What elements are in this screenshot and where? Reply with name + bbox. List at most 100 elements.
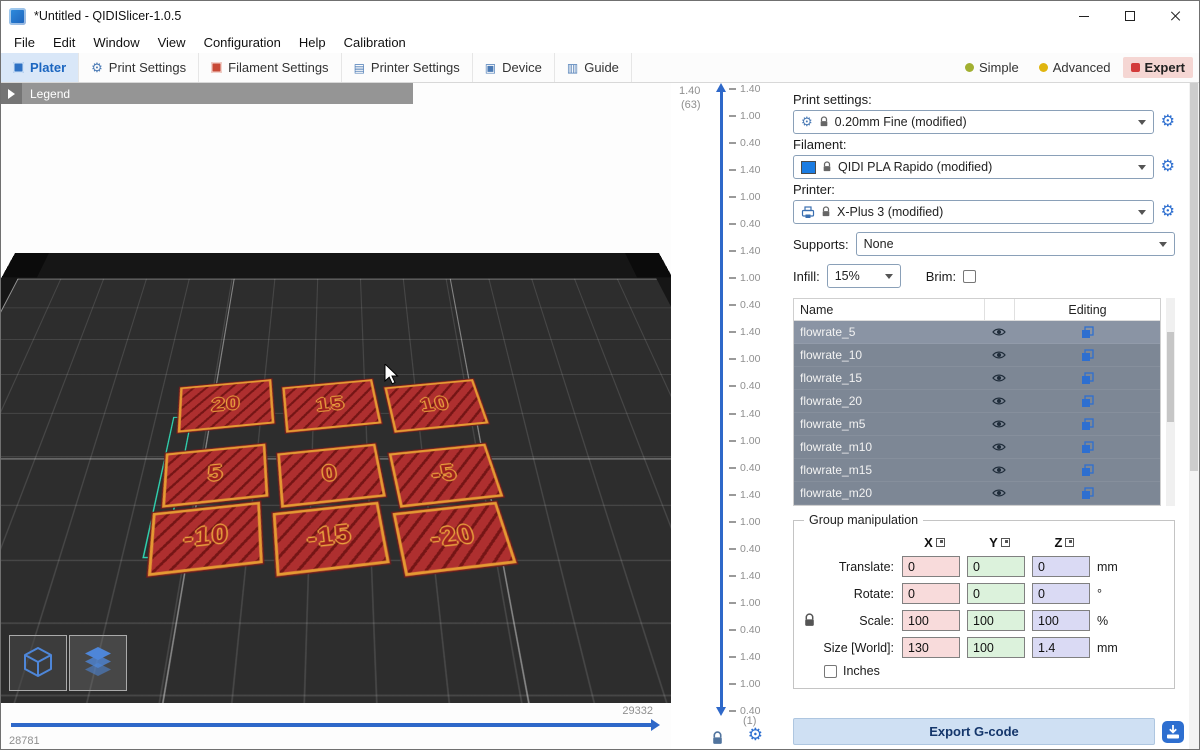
object-list-scrollbar[interactable] [1166, 298, 1175, 506]
scene[interactable]: 20 15 10 5 0 -5 -10 -15 -20 Legend [1, 83, 671, 703]
visibility-eye-icon[interactable] [984, 442, 1014, 452]
tab-device[interactable]: Device [473, 53, 555, 82]
editing-icon[interactable] [1014, 372, 1160, 385]
main-area: 20 15 10 5 0 -5 -10 -15 -20 Legend [1, 83, 1199, 749]
send-gcode-icon[interactable] [1161, 720, 1185, 744]
manip-y-field[interactable]: 0 [967, 556, 1025, 577]
editor-view-button[interactable] [9, 635, 67, 691]
menu-window[interactable]: Window [84, 35, 148, 50]
inches-checkbox[interactable] [824, 665, 837, 678]
object-list-row[interactable]: flowrate_m5 [794, 413, 1160, 436]
slider-settings-gear-icon[interactable]: ⚙ [748, 725, 763, 745]
menu-help[interactable]: Help [290, 35, 335, 50]
maximize-button[interactable] [1107, 1, 1153, 31]
object-list-row[interactable]: flowrate_15 [794, 367, 1160, 390]
model-part[interactable]: 10 [384, 379, 488, 432]
object-list-row[interactable]: flowrate_20 [794, 390, 1160, 413]
tab-guide[interactable]: Guide [555, 53, 632, 82]
object-list-row[interactable]: flowrate_m20 [794, 482, 1160, 505]
manip-x-field[interactable]: 130 [902, 637, 960, 658]
tab-print-settings[interactable]: Print Settings [79, 53, 199, 82]
filament-combo[interactable]: QIDI PLA Rapido (modified) [793, 155, 1154, 179]
brim-checkbox[interactable] [963, 270, 976, 283]
model-part[interactable]: 5 [162, 444, 268, 508]
legend-expand-button[interactable] [1, 83, 22, 104]
part-label: 5 [207, 461, 223, 488]
export-gcode-button[interactable]: Export G-code [793, 718, 1155, 745]
layer-slider-track[interactable] [720, 91, 723, 707]
editing-icon[interactable] [1014, 441, 1160, 454]
panel-scrollbar[interactable] [1189, 83, 1199, 749]
scrollbar-thumb[interactable] [1167, 332, 1174, 422]
menu-configuration[interactable]: Configuration [195, 35, 290, 50]
uniform-scale-lock-icon[interactable] [800, 613, 818, 628]
mode-simple[interactable]: Simple [957, 57, 1027, 78]
supports-combo[interactable]: None [856, 232, 1175, 256]
manip-y-field[interactable]: 100 [967, 637, 1025, 658]
object-list-row[interactable]: flowrate_m15 [794, 459, 1160, 482]
menu-file[interactable]: File [5, 35, 44, 50]
object-list-wrap: Name Editing flowrate_5 flowrate_10 flow… [793, 298, 1175, 506]
manip-y-field[interactable]: 100 [967, 610, 1025, 631]
editing-icon[interactable] [1014, 464, 1160, 477]
mode-expert[interactable]: Expert [1123, 57, 1193, 78]
manip-y-field[interactable]: 0 [967, 583, 1025, 604]
editing-icon[interactable] [1014, 418, 1160, 431]
mode-advanced[interactable]: Advanced [1031, 57, 1119, 78]
visibility-eye-icon[interactable] [984, 488, 1014, 498]
printer-combo[interactable]: X-Plus 3 (modified) [793, 200, 1154, 224]
viewport-3d[interactable]: 20 15 10 5 0 -5 -10 -15 -20 Legend [1, 83, 671, 749]
editing-icon[interactable] [1014, 326, 1160, 339]
object-list-row[interactable]: flowrate_m10 [794, 436, 1160, 459]
close-button[interactable] [1153, 1, 1199, 31]
minimize-button[interactable] [1061, 1, 1107, 31]
visibility-eye-icon[interactable] [984, 327, 1014, 337]
manip-x-field[interactable]: 0 [902, 556, 960, 577]
slider-arrow-down-icon[interactable] [716, 707, 726, 716]
print-settings-gear-button[interactable]: ⚙ [1161, 114, 1175, 130]
layer-slider-column: 1.40 (63) 1.40 1.00 0.40 1.40 1.00 0.40 … [671, 83, 783, 749]
preview-view-button[interactable] [69, 635, 127, 691]
titlebar: *Untitled - QIDISlicer-1.0.5 [1, 1, 1199, 31]
model-part[interactable]: 15 [282, 379, 381, 432]
manip-z-field[interactable]: 100 [1032, 610, 1090, 631]
tab-printer-settings[interactable]: Printer Settings [342, 53, 473, 82]
printer-gear-button[interactable]: ⚙ [1161, 204, 1175, 220]
manip-x-field[interactable]: 0 [902, 583, 960, 604]
tick-label: 1.00 [740, 678, 760, 690]
model-part[interactable]: 0 [277, 444, 386, 508]
manip-z-field[interactable]: 0 [1032, 583, 1090, 604]
model-part[interactable]: -20 [393, 502, 517, 576]
menu-edit[interactable]: Edit [44, 35, 84, 50]
move-slider[interactable] [11, 723, 651, 727]
tab-plater[interactable]: Plater [1, 53, 79, 82]
scrollbar-thumb[interactable] [1190, 83, 1198, 471]
menu-view[interactable]: View [149, 35, 195, 50]
layer-lock-icon[interactable] [711, 731, 724, 750]
editing-icon[interactable] [1014, 487, 1160, 500]
manip-z-field[interactable]: 1.4 [1032, 637, 1090, 658]
editing-icon[interactable] [1014, 349, 1160, 362]
slider-arrow-right-icon[interactable] [651, 719, 660, 731]
visibility-eye-icon[interactable] [984, 373, 1014, 383]
editing-icon[interactable] [1014, 395, 1160, 408]
menu-calibration[interactable]: Calibration [335, 35, 415, 50]
model-part[interactable]: 20 [178, 379, 275, 432]
model-part[interactable]: -15 [273, 502, 390, 576]
model-part[interactable]: -10 [148, 502, 263, 576]
visibility-eye-icon[interactable] [984, 419, 1014, 429]
manip-z-field[interactable]: 0 [1032, 556, 1090, 577]
filament-gear-button[interactable]: ⚙ [1161, 159, 1175, 175]
model-part[interactable]: -5 [389, 444, 504, 508]
object-list-row[interactable]: flowrate_10 [794, 344, 1160, 367]
visibility-eye-icon[interactable] [984, 350, 1014, 360]
visibility-eye-icon[interactable] [984, 396, 1014, 406]
legend-bar[interactable]: Legend [1, 83, 413, 104]
infill-combo[interactable]: 15% [827, 264, 901, 288]
maximize-icon [1125, 11, 1135, 21]
print-settings-combo[interactable]: 0.20mm Fine (modified) [793, 110, 1154, 134]
object-list-row[interactable]: flowrate_5 [794, 321, 1160, 344]
manip-x-field[interactable]: 100 [902, 610, 960, 631]
visibility-eye-icon[interactable] [984, 465, 1014, 475]
tab-filament-settings[interactable]: Filament Settings [199, 53, 341, 82]
